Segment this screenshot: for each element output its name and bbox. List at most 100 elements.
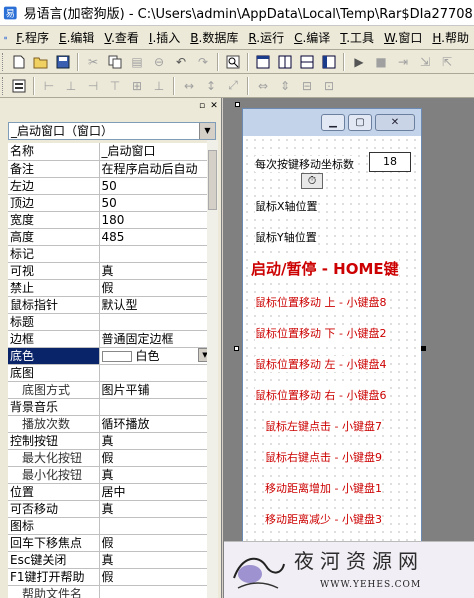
close-icon[interactable]: ✕ (375, 114, 415, 131)
resize-handle[interactable] (421, 346, 426, 351)
menu-help[interactable]: H.帮助 (427, 29, 474, 46)
menu-edit[interactable]: E.编辑 (54, 29, 99, 46)
find-icon[interactable] (223, 53, 243, 71)
property-value[interactable]: 图片平铺 (99, 381, 214, 399)
clear-icon[interactable]: ⊖ (149, 53, 169, 71)
property-value[interactable]: 居中 (99, 483, 214, 501)
property-row[interactable]: 背景音乐 (8, 398, 214, 416)
menu-insert[interactable]: I.插入 (144, 29, 185, 46)
hint-label[interactable]: 鼠标位置移动 左 - 小键盘4 (255, 356, 387, 372)
property-row[interactable]: 可视真 (8, 262, 214, 280)
property-row[interactable]: 边框 普通固定边框 (8, 330, 214, 348)
property-value[interactable]: 假 (99, 449, 214, 467)
align-left-icon[interactable]: ⊢ (39, 77, 59, 95)
property-value[interactable]: 真 (99, 551, 214, 569)
property-row[interactable]: 底图方式 图片平铺 (8, 381, 214, 399)
menu-app-icon[interactable] (4, 30, 7, 46)
same-size-icon[interactable]: ⤢ (223, 77, 243, 95)
toolbar-grip[interactable] (2, 76, 5, 95)
align-top-icon[interactable]: ⊤ (105, 77, 125, 95)
menu-compile[interactable]: C.编译 (289, 29, 335, 46)
align-middle-icon[interactable]: ⊞ (127, 77, 147, 95)
align-right-icon[interactable]: ⊣ (83, 77, 103, 95)
mouse-x-label[interactable]: 鼠标X轴位置 (255, 198, 318, 214)
menu-window[interactable]: W.窗口 (379, 29, 427, 46)
property-value[interactable] (99, 313, 214, 331)
property-value[interactable] (99, 364, 214, 382)
property-row[interactable]: 可否移动真 (8, 500, 214, 518)
property-value[interactable]: 真 (99, 466, 214, 484)
property-row[interactable]: 图标 (8, 517, 214, 535)
property-row[interactable]: Esc键关闭真 (8, 551, 214, 569)
menu-view[interactable]: V.查看 (99, 29, 144, 46)
timer-icon[interactable]: ⏱ (301, 173, 323, 189)
layout-panel-icon[interactable] (319, 53, 339, 71)
resize-handle[interactable] (234, 346, 239, 351)
scrollbar-thumb[interactable] (208, 150, 217, 210)
toolbar-grip[interactable] (2, 52, 5, 71)
panel-close-icon[interactable]: ✕ (209, 101, 219, 111)
design-window[interactable]: ▁ ▢ ✕ 每次按键移动坐标数 18 ⏱ 鼠标X轴位置 鼠标Y轴位置 启动/暂停… (242, 108, 422, 548)
step-icon[interactable]: ⇥ (393, 53, 413, 71)
property-row[interactable]: 高度 485 (8, 228, 214, 246)
property-row[interactable]: 鼠标指针 默认型 (8, 296, 214, 314)
property-row[interactable]: 播放次数 循环播放 (8, 415, 214, 433)
hint-label[interactable]: 鼠标右键点击 - 小键盘9 (265, 449, 382, 465)
layout-rows-icon[interactable] (297, 53, 317, 71)
hint-label[interactable]: 鼠标位置移动 上 - 小键盘8 (255, 294, 387, 310)
property-row[interactable]: 备注 在程序启动后自动 (8, 160, 214, 178)
hint-label[interactable]: 鼠标位置移动 右 - 小键盘6 (255, 387, 387, 403)
property-value[interactable]: 默认型 (99, 296, 214, 314)
copy-icon[interactable] (105, 53, 125, 71)
form-icon[interactable] (9, 77, 29, 95)
property-value[interactable]: 485 (99, 228, 214, 246)
center-horizontal-icon[interactable]: ⊟ (297, 77, 317, 95)
run-icon[interactable]: ▶ (349, 53, 369, 71)
redo-icon[interactable]: ↷ (193, 53, 213, 71)
property-value[interactable]: 循环播放 (99, 415, 214, 433)
property-value[interactable]: 假 (99, 568, 214, 586)
stop-icon[interactable]: ■ (371, 53, 391, 71)
menu-run[interactable]: R.运行 (243, 29, 289, 46)
menu-program[interactable]: F.程序 (11, 29, 54, 46)
center-vertical-icon[interactable]: ⊡ (319, 77, 339, 95)
save-icon[interactable] (53, 53, 73, 71)
property-row[interactable]: 左边 50 (8, 177, 214, 195)
mouse-y-label[interactable]: 鼠标Y轴位置 (255, 229, 317, 245)
property-value[interactable]: 普通固定边框 (99, 330, 214, 348)
layout-grid-icon[interactable] (253, 53, 273, 71)
property-value[interactable] (99, 517, 214, 535)
hint-label[interactable]: 移动距离减少 - 小键盘3 (265, 511, 382, 527)
property-value[interactable] (99, 245, 214, 263)
paste-icon[interactable]: ▤ (127, 53, 147, 71)
property-row[interactable]: 回车下移焦点假 (8, 534, 214, 552)
property-value[interactable]: 真 (99, 500, 214, 518)
align-center-icon[interactable]: ⊥ (61, 77, 81, 95)
space-horizontal-icon[interactable]: ⇔ (253, 77, 273, 95)
step-out-icon[interactable]: ⇱ (437, 53, 457, 71)
property-row[interactable]: 最大化按钮假 (8, 449, 214, 467)
minimize-icon[interactable]: ▁ (321, 114, 345, 131)
property-value[interactable]: 50 (99, 177, 214, 195)
property-value[interactable]: 假 (99, 279, 214, 297)
property-row[interactable]: 控制按钮真 (8, 432, 214, 450)
property-value-color[interactable]: 白色 ▼ (99, 347, 214, 365)
property-row[interactable]: 禁止假 (8, 279, 214, 297)
property-value[interactable]: 真 (99, 262, 214, 280)
object-selector[interactable]: _启动窗口（窗口） ▼ (8, 122, 216, 140)
property-row[interactable]: 标题 (8, 313, 214, 331)
property-row[interactable]: 顶边 50 (8, 194, 214, 212)
step-label[interactable]: 每次按键移动坐标数 (255, 156, 354, 172)
property-value[interactable]: 真 (99, 432, 214, 450)
property-row[interactable]: 位置 居中 (8, 483, 214, 501)
property-value[interactable]: 在程序启动后自动 (99, 160, 214, 178)
hint-label[interactable]: 鼠标位置移动 下 - 小键盘2 (255, 325, 387, 341)
panel-pin-icon[interactable]: ▫ (197, 101, 207, 111)
toggle-label[interactable]: 启动/暂停 - HOME键 (251, 258, 399, 279)
property-scrollbar[interactable] (207, 140, 218, 598)
property-row[interactable]: 名称 _启动窗口 (8, 143, 214, 161)
property-row[interactable]: F1键打开帮助假 (8, 568, 214, 586)
open-folder-icon[interactable] (31, 53, 51, 71)
align-bottom-icon[interactable]: ⊥ (149, 77, 169, 95)
property-row-selected[interactable]: 底色 白色 ▼ (8, 347, 214, 365)
